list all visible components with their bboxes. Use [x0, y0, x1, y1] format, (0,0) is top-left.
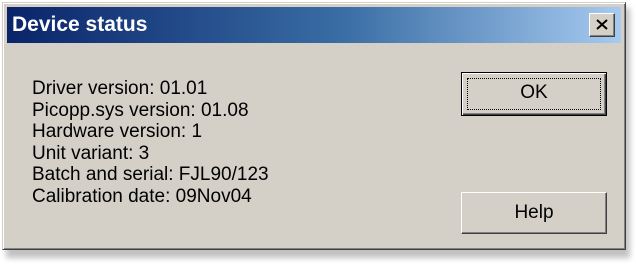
device-status-dialog: Device status Driver version: 01.01 Pico… [2, 2, 626, 250]
help-button[interactable]: Help [461, 192, 607, 234]
window-title: Device status [12, 13, 148, 36]
ok-button[interactable]: OK [461, 72, 607, 116]
calibration-date-text: Calibration date: 09Nov04 [32, 185, 252, 207]
picopp-sys-version-text: Picopp.sys version: 01.08 [32, 99, 249, 121]
batch-serial-text: Batch and serial: FJL90/123 [32, 164, 269, 185]
ok-button-label: OK [520, 82, 548, 103]
close-icon [596, 19, 608, 30]
device-info: Driver version: 01.01 Picopp.sys version… [32, 78, 269, 207]
hardware-version-text: Hardware version: 1 [32, 121, 203, 142]
help-button-label: Help [514, 202, 554, 223]
driver-version-text: Driver version: 01.01 [32, 78, 208, 99]
close-button[interactable] [589, 13, 615, 37]
title-bar[interactable]: Device status [7, 7, 621, 43]
unit-variant-text: Unit variant: 3 [32, 142, 150, 164]
